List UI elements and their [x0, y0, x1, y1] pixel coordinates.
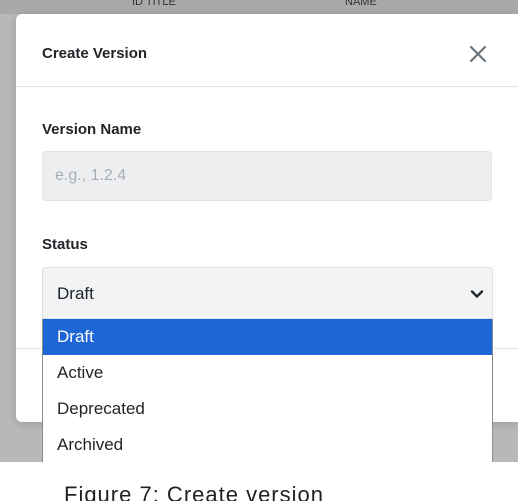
close-button[interactable]: [462, 38, 494, 70]
status-select-value: Draft: [57, 284, 94, 303]
version-name-label: Version Name: [42, 121, 142, 138]
status-option-active[interactable]: Active: [43, 355, 492, 391]
status-dropdown-list: Draft Active Deprecated Archived: [42, 319, 493, 462]
background-column-header-right: NAME: [345, 0, 377, 8]
chevron-down-icon: [470, 290, 484, 298]
screen: ID TITLE NAME Create Version Version Nam…: [0, 0, 518, 501]
status-select[interactable]: Draft: [42, 267, 493, 319]
modal-header: Create Version: [16, 14, 518, 87]
status-label: Status: [42, 236, 88, 253]
modal-title: Create Version: [42, 45, 148, 62]
modal-footer-divider-right: [493, 348, 518, 349]
status-option-archived[interactable]: Archived: [43, 427, 492, 462]
background-table-header: ID TITLE NAME: [0, 0, 518, 14]
status-option-deprecated[interactable]: Deprecated: [43, 391, 492, 427]
status-option-draft[interactable]: Draft: [43, 319, 492, 355]
close-icon: [469, 45, 487, 63]
background-column-header-left: ID TITLE: [132, 0, 176, 8]
modal-footer-divider: [16, 348, 42, 349]
version-name-input[interactable]: [42, 151, 492, 201]
figure-caption: Figure 7: Create version: [64, 482, 324, 501]
